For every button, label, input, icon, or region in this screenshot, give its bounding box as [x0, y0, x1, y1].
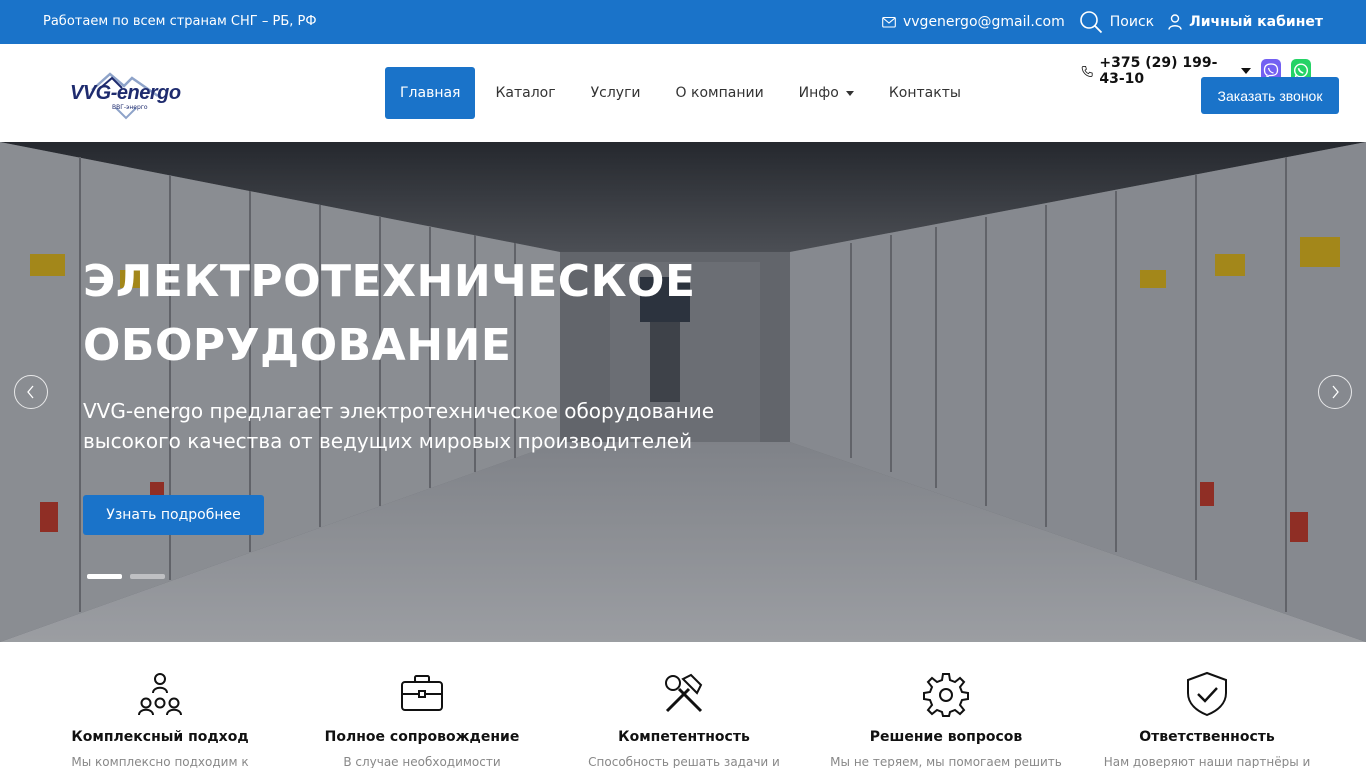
gear-icon [923, 673, 969, 717]
email-link[interactable]: vvgenergo@gmail.com [882, 14, 1065, 30]
email-text: vvgenergo@gmail.com [902, 14, 1065, 30]
feature-description: В случае необходимости [343, 755, 501, 768]
nav-item-label: О компании [675, 85, 764, 101]
main-nav: Главная Каталог Услуги О компании Инфо К… [385, 67, 981, 119]
caret-down-icon[interactable] [1241, 68, 1252, 74]
caret-down-icon [845, 90, 854, 96]
cabinet-label: Личный кабинет [1189, 14, 1323, 30]
briefcase-icon [401, 675, 443, 711]
feature-description: Нам доверяют наши партнёры и [1103, 755, 1311, 768]
team-icon [138, 673, 182, 716]
nav-item-about[interactable]: О компании [661, 67, 779, 119]
nav-item-label: Услуги [590, 85, 641, 101]
chevron-right-icon [1332, 385, 1339, 399]
search-label: Поиск [1109, 14, 1155, 30]
feature-item: Полное сопровождение В случае необходимо… [291, 642, 553, 768]
cabinet-link[interactable]: Личный кабинет [1168, 14, 1323, 30]
feature-item: Решение вопросов Мы не теряем, мы помога… [815, 642, 1077, 768]
slider-dot-1[interactable] [87, 574, 122, 579]
search-icon [1079, 11, 1102, 34]
logo-text: VVG-energo [70, 82, 181, 104]
slider-dots [87, 574, 165, 579]
chevron-left-icon [27, 385, 34, 399]
hero-overlay [0, 142, 1366, 642]
feature-item: Комплексный подход Мы комплексно подходи… [29, 642, 291, 768]
nav-item-contacts[interactable]: Контакты [874, 67, 976, 119]
slider-next-button[interactable] [1318, 375, 1352, 409]
phone-icon [1081, 65, 1093, 77]
nav-item-info[interactable]: Инфо [784, 67, 869, 119]
tagline: Работаем по всем странам СНГ – РБ, РФ [43, 14, 317, 29]
nav-item-label: Контакты [888, 85, 961, 101]
learn-more-button[interactable]: Узнать подробнее [83, 495, 264, 535]
feature-description: Способность решать задачи и [588, 755, 780, 768]
logo-subtext: ВВГ-энерго [112, 104, 148, 111]
slider-prev-button[interactable] [14, 375, 48, 409]
slider-dot-2[interactable] [130, 574, 165, 579]
feature-title: Полное сопровождение [324, 729, 520, 745]
site-header: VVG-energo ВВГ-энерго Главная Каталог Ус… [0, 44, 1366, 142]
shield-check-icon [1187, 671, 1227, 717]
feature-title: Компетентность [618, 729, 750, 745]
feature-title: Комплексный подход [71, 729, 249, 745]
logo[interactable]: VVG-energo ВВГ-энерго [70, 68, 188, 120]
order-call-button[interactable]: Заказать звонок [1201, 77, 1339, 114]
user-icon [1168, 14, 1182, 30]
hero-subtitle: VVG-energo предлагает электротехническое… [83, 399, 715, 453]
nav-item-services[interactable]: Услуги [576, 67, 656, 119]
tools-icon [665, 673, 703, 713]
feature-item: Компетентность Способность решать задачи… [553, 642, 815, 768]
hero-slider: ЭЛЕКТРОТЕХНИЧЕСКОЕ ОБОРУДОВАНИЕ VVG-ener… [0, 142, 1366, 642]
feature-title: Решение вопросов [869, 729, 1023, 745]
top-bar-actions: vvgenergo@gmail.com Поиск Личный кабинет [882, 0, 1323, 44]
hero-title-line: ЭЛЕКТРОТЕХНИЧЕСКОЕ [83, 256, 696, 307]
feature-description: Мы комплексно подходим к [71, 755, 249, 768]
top-bar: Работаем по всем странам СНГ – РБ, РФ vv… [0, 0, 1366, 44]
features-section: Комплексный подход Мы комплексно подходи… [0, 642, 1366, 768]
hero-title: ЭЛЕКТРОТЕХНИЧЕСКОЕ ОБОРУДОВАНИЕ [83, 250, 843, 378]
nav-item-home[interactable]: Главная [385, 67, 476, 119]
nav-item-catalog[interactable]: Каталог [480, 67, 570, 119]
feature-description: Мы не теряем, мы помогаем решить [830, 755, 1062, 768]
hero-title-line: ОБОРУДОВАНИЕ [83, 320, 512, 371]
feature-item: Ответственность Нам доверяют наши партнё… [1076, 642, 1338, 768]
feature-title: Ответственность [1139, 729, 1275, 745]
nav-item-label: Главная [400, 85, 461, 101]
nav-item-label: Каталог [495, 85, 556, 101]
nav-item-label: Инфо [798, 85, 839, 101]
mail-icon [882, 16, 896, 28]
search-link[interactable]: Поиск [1079, 10, 1154, 34]
